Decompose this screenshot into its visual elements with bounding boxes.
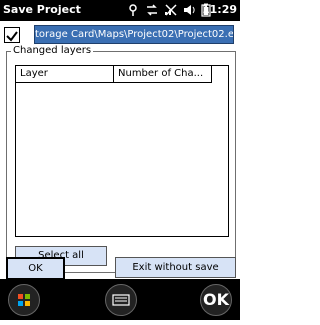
window-title: Save Project [3, 3, 81, 16]
title-bar: Save Project 11:29 [0, 0, 240, 21]
ok-button[interactable]: OK [6, 257, 65, 280]
no-network-icon[interactable] [164, 3, 178, 17]
table-header: Layer Number of Cha... [16, 66, 212, 83]
keyboard-icon [112, 294, 130, 306]
windows-start-button[interactable] [8, 284, 40, 316]
column-number-of-changes[interactable]: Number of Cha... [114, 66, 212, 82]
clock[interactable]: 11:29 [202, 3, 237, 16]
bottom-bar: OK [0, 279, 240, 320]
ok-softkey-button[interactable]: OK [200, 284, 232, 316]
table-scrollbar[interactable] [214, 66, 228, 82]
layers-table[interactable]: Layer Number of Cha... [15, 65, 229, 237]
sync-icon[interactable] [145, 3, 159, 17]
keyboard-button[interactable] [105, 284, 137, 316]
group-legend: Changed layers [11, 45, 94, 57]
column-layer[interactable]: Layer [16, 66, 114, 82]
checkmark-icon [6, 31, 18, 42]
save-checkbox[interactable] [4, 27, 20, 43]
windows-start-icon [18, 294, 30, 306]
signal-icon[interactable] [126, 3, 140, 17]
changed-layers-group: Changed layers Layer Number of Cha... Se… [6, 45, 236, 273]
main-content: torage Card\Maps\Project02\Project02.exp… [0, 21, 240, 280]
exit-without-save-button[interactable]: Exit without save [115, 257, 236, 278]
speaker-icon[interactable] [182, 3, 196, 17]
file-path-input[interactable]: torage Card\Maps\Project02\Project02.exp [34, 25, 234, 44]
